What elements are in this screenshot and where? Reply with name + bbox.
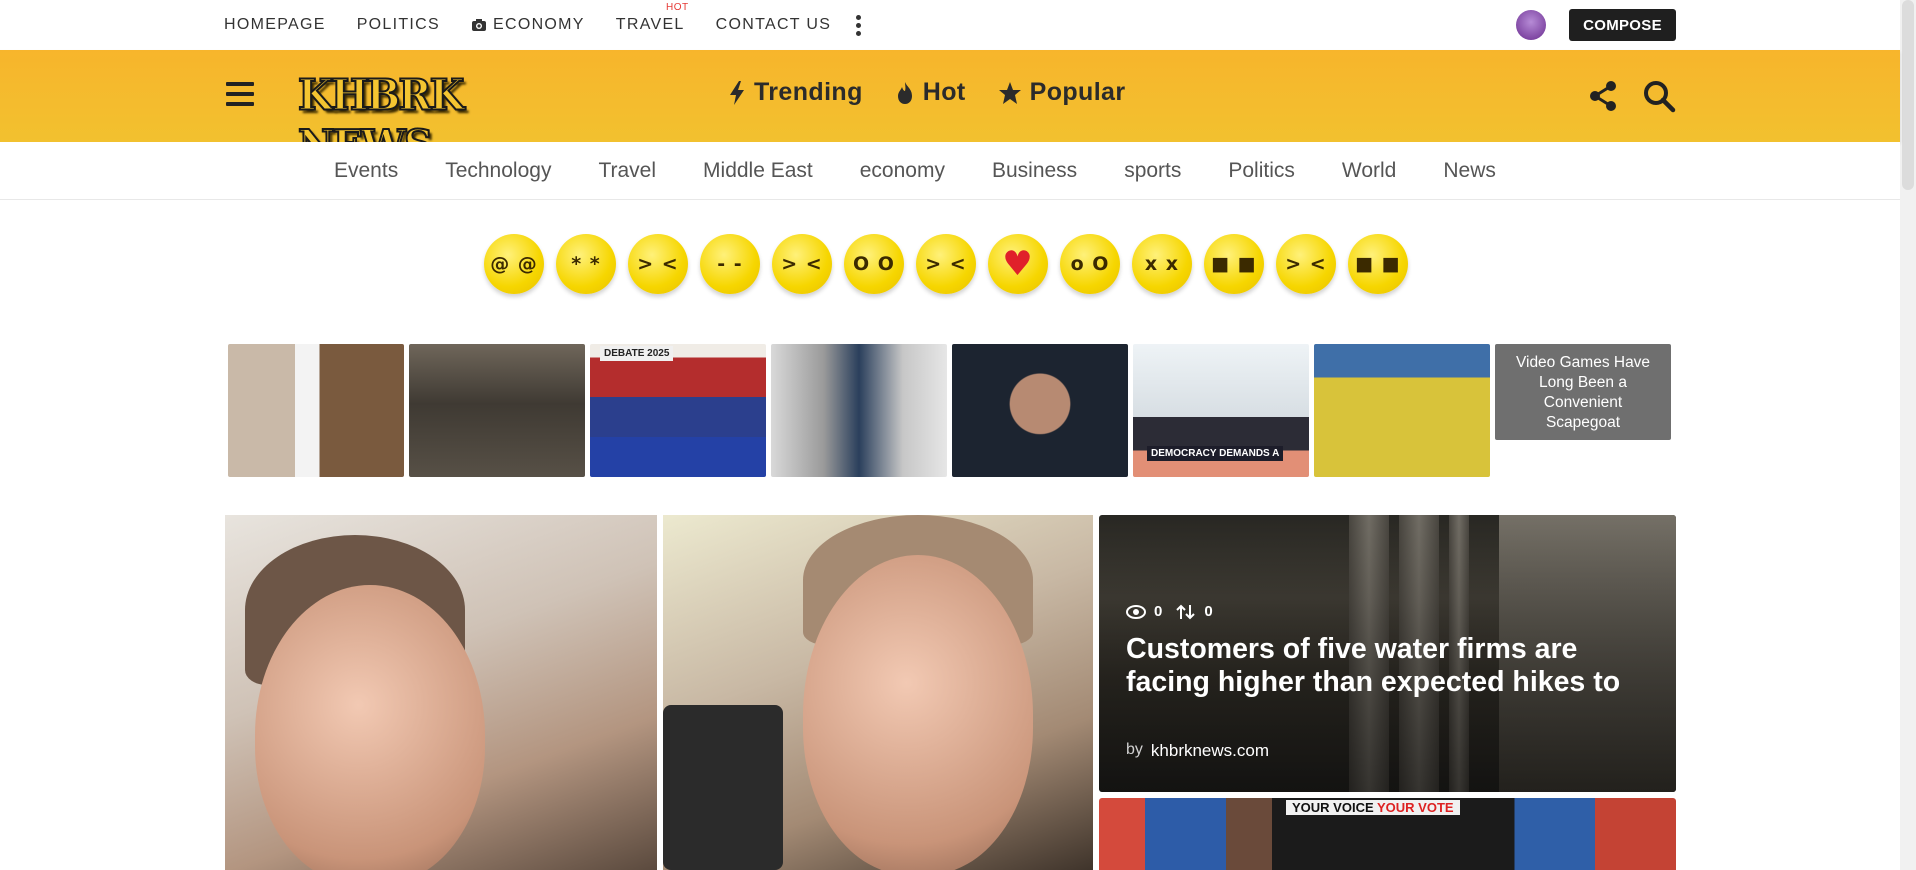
banner-text: YOUR VOICE YOUR VOTE: [1286, 800, 1460, 815]
side-article-card[interactable]: 0 0 Customers of five water firms are fa…: [1099, 515, 1676, 792]
category-list: Events Technology Travel Middle East eco…: [334, 142, 1543, 200]
thumbnail-image[interactable]: [228, 344, 404, 477]
site-logo[interactable]: KHBRK NEWS: [297, 70, 564, 172]
share-icon[interactable]: [1588, 80, 1618, 112]
reaction-squint-icon[interactable]: > <: [628, 234, 688, 294]
thumbnail-image[interactable]: [952, 344, 1128, 477]
camera-icon: [472, 19, 486, 31]
featured-photo-right: [663, 515, 1093, 870]
category-business[interactable]: Business: [992, 159, 1077, 183]
eye-icon: [1126, 604, 1146, 619]
category-middle-east[interactable]: Middle East: [703, 159, 813, 183]
topnav-contact-us[interactable]: CONTACT US: [716, 16, 832, 34]
reaction-unamused-icon[interactable]: - -: [700, 234, 760, 294]
hot-badge: HOT: [666, 2, 689, 13]
thumbnail-image[interactable]: DEMOCRACY DEMANDS A: [1133, 344, 1309, 477]
share-count-icon: [1176, 604, 1196, 619]
reaction-emojis: @ @ * * > < - - > < O O > < ♥ o O x x ■ …: [484, 234, 1408, 294]
topnav-economy[interactable]: ECONOMY: [471, 16, 585, 34]
nav-trending[interactable]: Trending: [728, 78, 863, 107]
scrollbar-thumb[interactable]: [1902, 0, 1914, 190]
article-byline: by khbrknews.com: [1126, 741, 1270, 761]
nav-hot[interactable]: Hot: [895, 78, 966, 107]
compose-button[interactable]: COMPOSE: [1569, 9, 1676, 41]
flame-icon: [897, 81, 912, 104]
reaction-dizzy-icon[interactable]: @ @: [484, 234, 544, 294]
more-menu-icon[interactable]: [856, 14, 862, 36]
featured-article-image[interactable]: [225, 515, 1093, 870]
main-header: KHBRK NEWS Trending Hot Popular: [0, 50, 1900, 172]
article-stats: 0 0: [1126, 603, 1213, 620]
reaction-starstruck-icon[interactable]: * *: [556, 234, 616, 294]
reaction-sick-icon[interactable]: x x: [1132, 234, 1192, 294]
category-events[interactable]: Events: [334, 159, 398, 183]
header-nav: Trending Hot Popular: [728, 78, 1126, 107]
star-icon: [998, 81, 1021, 104]
side-article-title[interactable]: Customers of five water firms are facing…: [1126, 633, 1646, 699]
top-nav: HOMEPAGE POLITICS ECONOMY TRAVEL HOT CON…: [224, 0, 862, 50]
topnav-homepage[interactable]: HOMEPAGE: [224, 16, 326, 34]
thumbnail-image[interactable]: [409, 344, 585, 477]
category-politics[interactable]: Politics: [1228, 159, 1295, 183]
reaction-laugh-cry-icon[interactable]: > <: [916, 234, 976, 294]
topnav-travel[interactable]: TRAVEL HOT: [616, 2, 688, 34]
category-technology[interactable]: Technology: [445, 159, 551, 183]
user-avatar[interactable]: [1516, 10, 1546, 40]
category-sports[interactable]: sports: [1124, 159, 1181, 183]
search-icon[interactable]: [1642, 79, 1676, 113]
reaction-tongue-icon[interactable]: > <: [772, 234, 832, 294]
view-count: 0: [1154, 603, 1163, 620]
share-count: 0: [1204, 603, 1213, 620]
thumbnail-strip: DEBATE 2025 DEMOCRACY DEMANDS A Video Ga…: [228, 344, 1671, 477]
author-link[interactable]: khbrknews.com: [1151, 741, 1269, 761]
thumbnail-image[interactable]: [771, 344, 947, 477]
thumbnail-image[interactable]: [1314, 344, 1490, 477]
thumbnail-caption[interactable]: Video Games Have Long Been a Convenient …: [1495, 344, 1671, 440]
lightning-icon: [730, 80, 744, 105]
featured-photo-left: [225, 515, 657, 870]
thumbnail-image[interactable]: DEBATE 2025: [590, 344, 766, 477]
category-world[interactable]: World: [1342, 159, 1396, 183]
top-bar: HOMEPAGE POLITICS ECONOMY TRAVEL HOT CON…: [0, 0, 1900, 50]
reaction-cool-smirk-icon[interactable]: ■ ■: [1348, 234, 1408, 294]
reaction-laughing-icon[interactable]: > <: [1276, 234, 1336, 294]
category-economy[interactable]: economy: [860, 159, 945, 183]
reaction-love-icon[interactable]: ♥: [988, 234, 1048, 294]
reaction-nerd-icon[interactable]: O O: [844, 234, 904, 294]
hamburger-menu-icon[interactable]: [226, 82, 254, 106]
reaction-cool-icon[interactable]: ■ ■: [1204, 234, 1264, 294]
topnav-politics[interactable]: POLITICS: [357, 16, 440, 34]
category-travel[interactable]: Travel: [598, 159, 656, 183]
category-news[interactable]: News: [1443, 159, 1496, 183]
category-bar: Events Technology Travel Middle East eco…: [0, 142, 1900, 200]
nav-popular[interactable]: Popular: [998, 78, 1126, 107]
side-article-card-2[interactable]: YOUR VOICE YOUR VOTE: [1099, 798, 1676, 870]
reaction-crazy-icon[interactable]: o O: [1060, 234, 1120, 294]
